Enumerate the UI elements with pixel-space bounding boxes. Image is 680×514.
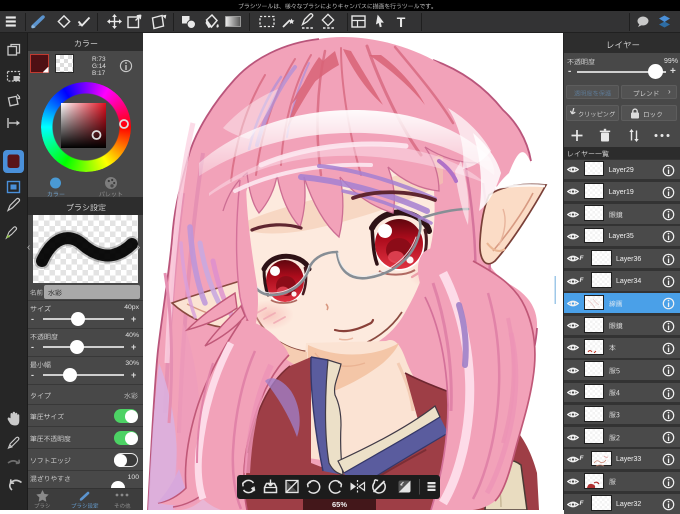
svg-text:T: T bbox=[397, 14, 406, 30]
